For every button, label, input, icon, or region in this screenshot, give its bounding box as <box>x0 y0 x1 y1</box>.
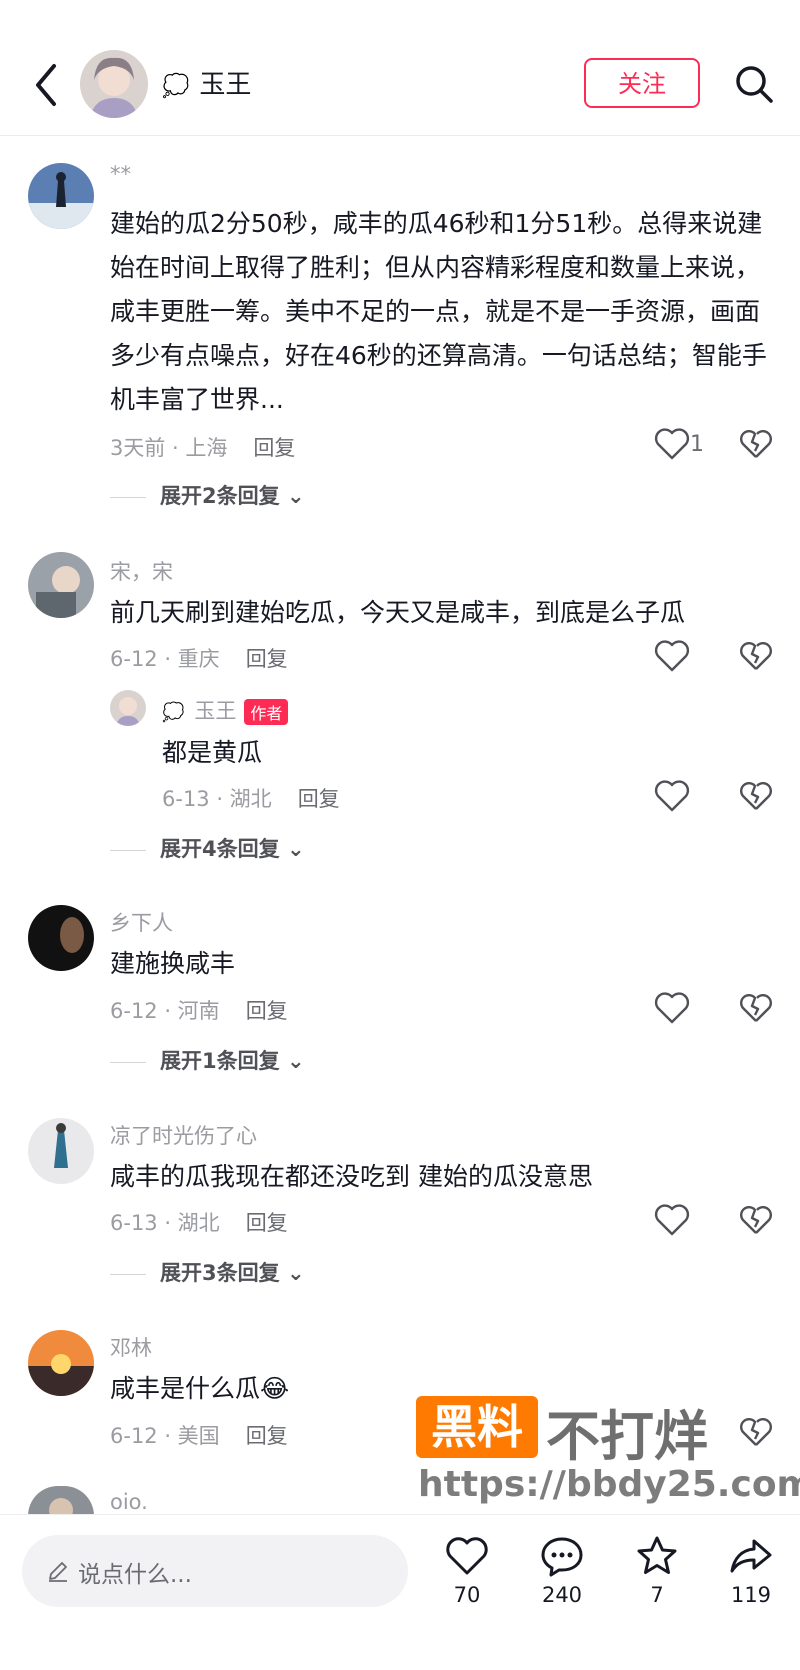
watermark: 黑料 不打烊 https://bbdy25.com <box>416 1392 800 1506</box>
comment-total: 240 <box>541 1583 583 1607</box>
chevron-down-icon: ⌄ <box>286 1049 305 1073</box>
broken-heart-icon[interactable] <box>738 638 774 674</box>
commenter-avatar[interactable] <box>28 1118 94 1184</box>
follow-button[interactable]: 关注 <box>584 58 700 108</box>
commenter-avatar[interactable] <box>28 1486 94 1516</box>
comment-text: 建施换咸丰 <box>110 949 236 978</box>
top-bar: 💭 玉王 关注 <box>0 0 800 136</box>
expand-replies[interactable]: 展开4条回复 ⌄ <box>110 833 305 863</box>
like-heart-icon[interactable] <box>652 776 692 816</box>
comment-input[interactable]: 说点什么... <box>22 1535 408 1607</box>
search-icon[interactable] <box>733 63 775 105</box>
reply-button[interactable]: 回复 <box>246 999 288 1023</box>
author-avatar[interactable] <box>80 50 148 118</box>
comment-input-placeholder: 说点什么... <box>78 1562 192 1588</box>
comment-text: 建始的瓜2分50秒，咸丰的瓜46秒和1分51秒。总得来说建始在时间上取得了胜利；… <box>110 209 767 414</box>
watermark-brand: 不打烊 <box>546 1405 708 1468</box>
commenter-name[interactable]: oio. <box>110 1490 148 1514</box>
comment-meta: 6-13 · 湖北 回复 <box>110 1211 288 1235</box>
reply-button[interactable]: 回复 <box>246 1211 288 1235</box>
reply-author-name[interactable]: 💭 玉王 作者 <box>162 695 289 725</box>
thought-bubble-icon: 💭 <box>162 702 185 723</box>
broken-heart-icon[interactable] <box>738 990 774 1026</box>
watermark-url: https://bbdy25.com <box>418 1464 800 1505</box>
commenter-name[interactable]: ** <box>110 162 131 186</box>
expand-replies[interactable]: 展开2条回复 ⌄ <box>110 480 305 510</box>
thought-bubble-icon: 💭 <box>162 74 190 99</box>
comment-meta: 6-12 · 美国 回复 <box>110 1424 288 1448</box>
author-badge: 作者 <box>244 699 289 725</box>
favorite-action[interactable]: 7 <box>622 1535 692 1607</box>
reply-button[interactable]: 回复 <box>253 436 295 460</box>
like-count: 1 <box>690 432 704 457</box>
reply-author-avatar[interactable] <box>110 690 146 726</box>
broken-heart-icon[interactable] <box>738 778 774 814</box>
commenter-name[interactable]: 邓林 <box>110 1332 152 1362</box>
chevron-down-icon: ⌄ <box>286 484 305 508</box>
pencil-icon <box>49 1562 67 1582</box>
comment-text: 前几天刷到建始吃瓜，今天又是咸丰，到底是么子瓜 <box>110 598 686 627</box>
comment-action[interactable]: 240 <box>527 1535 597 1607</box>
back-arrow-icon[interactable] <box>28 60 64 110</box>
watermark-logo-box: 黑料 <box>416 1396 538 1458</box>
commenter-avatar[interactable] <box>28 1330 94 1396</box>
divider <box>110 496 146 498</box>
like-heart-icon[interactable] <box>652 1200 692 1240</box>
author-name[interactable]: 💭 玉王 <box>162 64 251 101</box>
favorite-total: 7 <box>650 1583 664 1607</box>
share-action[interactable]: 119 <box>716 1535 786 1607</box>
bottom-action-bar: 说点什么... 70 240 7 119 <box>0 1514 800 1670</box>
chevron-down-icon: ⌄ <box>286 837 305 861</box>
like-action[interactable]: 70 <box>432 1535 502 1607</box>
reply-button[interactable]: 回复 <box>298 787 340 811</box>
commenter-name[interactable]: 乡下人 <box>110 907 173 937</box>
commenter-name[interactable]: 凉了时光伤了心 <box>110 1120 257 1150</box>
expand-replies[interactable]: 展开3条回复 ⌄ <box>110 1257 305 1287</box>
chevron-down-icon: ⌄ <box>286 1261 305 1285</box>
broken-heart-icon[interactable] <box>738 426 774 462</box>
like-heart-icon[interactable] <box>652 988 692 1028</box>
like-total: 70 <box>453 1583 481 1607</box>
comment-meta: 3天前 · 上海 回复 <box>110 436 296 460</box>
reply-button[interactable]: 回复 <box>246 1424 288 1448</box>
star-icon <box>637 1536 677 1574</box>
divider <box>110 1273 146 1275</box>
comment-meta: 6-12 · 河南 回复 <box>110 999 288 1023</box>
share-arrow-icon <box>730 1539 772 1573</box>
broken-heart-icon[interactable] <box>738 1414 774 1450</box>
heart-icon <box>446 1537 488 1575</box>
reply-meta: 6-13 · 湖北 回复 <box>162 787 340 811</box>
reply-text: 都是黄瓜 <box>162 738 263 767</box>
share-total: 119 <box>730 1583 772 1607</box>
commenter-avatar[interactable] <box>28 905 94 971</box>
comment-meta: 6-12 · 重庆 回复 <box>110 647 288 671</box>
expand-replies[interactable]: 展开1条回复 ⌄ <box>110 1045 305 1075</box>
broken-heart-icon[interactable] <box>738 1202 774 1238</box>
commenter-name[interactable]: 宋，宋 <box>110 556 173 586</box>
commenter-avatar[interactable] <box>28 552 94 618</box>
reply-button[interactable]: 回复 <box>246 647 288 671</box>
divider <box>110 849 146 851</box>
like-heart-icon[interactable] <box>652 424 692 464</box>
comment-text: 咸丰的瓜我现在都还没吃到 建始的瓜没意思 <box>110 1162 593 1191</box>
like-heart-icon[interactable] <box>652 636 692 676</box>
divider <box>110 1061 146 1063</box>
commenter-avatar[interactable] <box>28 163 94 229</box>
comment-bubble-icon <box>541 1537 583 1577</box>
